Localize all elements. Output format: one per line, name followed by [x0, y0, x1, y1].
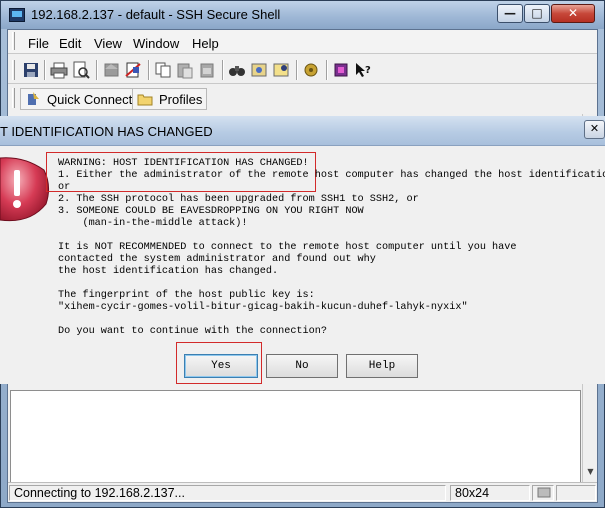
profiles-toolbar: Quick Connect Profiles	[8, 84, 218, 112]
message-line: or	[58, 182, 71, 193]
quick-connect-label: Quick Connect	[47, 91, 133, 107]
print-icon[interactable]	[50, 61, 68, 79]
menu-view[interactable]: View	[94, 36, 122, 51]
help-button[interactable]: Help	[346, 354, 418, 378]
file-transfer-icon[interactable]	[124, 61, 142, 79]
toolbar-separator	[96, 60, 98, 80]
connection-status-icon	[537, 487, 551, 498]
profiles-label: Profiles	[159, 91, 203, 107]
message-line: (man-in-the-middle attack)!	[58, 218, 248, 229]
new-terminal-icon[interactable]	[102, 61, 120, 79]
main-toolbar: ?	[8, 56, 597, 84]
profiles-button[interactable]: Profiles	[132, 88, 208, 110]
folder-icon	[137, 94, 153, 106]
continue-question: Do you want to continue with the connect…	[58, 326, 327, 337]
terminal-area[interactable]	[10, 390, 581, 484]
toolbar-separator	[296, 60, 298, 80]
status-message: Connecting to 192.168.2.137...	[9, 485, 446, 501]
scroll-down-icon[interactable]: ▼	[585, 466, 596, 477]
toolbar-separator	[326, 60, 328, 80]
toolbar-separator	[44, 60, 46, 80]
close-button[interactable]: ✕	[551, 4, 595, 23]
toolbar-separator	[148, 60, 150, 80]
message-line: 2. The SSH protocol has been upgraded fr…	[58, 194, 419, 205]
menu-grip	[12, 32, 15, 50]
status-extra-cell	[556, 485, 596, 501]
help-book-icon[interactable]	[332, 61, 350, 79]
window-title: 192.168.2.137 - default - SSH Secure She…	[31, 7, 281, 22]
message-line: It is NOT RECOMMENDED to connect to the …	[58, 242, 517, 253]
svg-text:?: ?	[365, 65, 371, 76]
minimize-button[interactable]: —	[497, 4, 523, 23]
no-button[interactable]: No	[266, 354, 338, 378]
key-icon[interactable]	[302, 61, 320, 79]
menu-edit[interactable]: Edit	[59, 36, 81, 51]
profile-settings-icon[interactable]	[272, 61, 290, 79]
save-icon[interactable]	[22, 61, 40, 79]
warning-heading: WARNING: HOST IDENTIFICATION HAS CHANGED…	[58, 158, 309, 169]
quick-connect-icon	[28, 92, 39, 105]
dialog-title-bar[interactable]: T IDENTIFICATION HAS CHANGED ✕	[0, 116, 605, 146]
status-icon-cell	[532, 485, 554, 501]
print-preview-icon[interactable]	[72, 61, 90, 79]
dialog-title: T IDENTIFICATION HAS CHANGED	[0, 124, 213, 139]
yes-button[interactable]: Yes	[184, 354, 258, 378]
message-line: 1. Either the administrator of the remot…	[58, 170, 605, 181]
title-bar[interactable]: 192.168.2.137 - default - SSH Secure She…	[1, 1, 604, 29]
message-line: 3. SOMEONE COULD BE EAVESDROPPING ON YOU…	[58, 206, 364, 217]
menu-bar: File Edit View Window Help	[8, 30, 597, 54]
toolbar-separator	[222, 60, 224, 80]
maximize-button[interactable]: □	[524, 4, 550, 23]
host-key-dialog: T IDENTIFICATION HAS CHANGED ✕ WARNING: …	[0, 116, 605, 384]
paste-disabled-icon[interactable]	[198, 61, 216, 79]
fingerprint-label: The fingerprint of the host public key i…	[58, 290, 315, 301]
find-icon[interactable]	[228, 61, 246, 79]
menu-file[interactable]: File	[28, 36, 49, 51]
copy-icon[interactable]	[154, 61, 172, 79]
dialog-close-button[interactable]: ✕	[584, 120, 605, 139]
terminal-size: 80x24	[450, 485, 530, 501]
fingerprint-value: "xihem-cycir-gomes-volil-bitur-gicag-bak…	[58, 302, 468, 313]
ssh-app-icon	[9, 8, 25, 22]
message-line: contacted the system administrator and f…	[58, 254, 376, 265]
warning-icon	[0, 157, 50, 222]
settings-icon[interactable]	[250, 61, 268, 79]
menu-help[interactable]: Help	[192, 36, 219, 51]
context-help-icon[interactable]: ?	[354, 61, 372, 79]
toolbar-grip	[12, 60, 15, 80]
quick-connect-button[interactable]: Quick Connect	[20, 88, 138, 110]
paste-icon[interactable]	[176, 61, 194, 79]
menu-window[interactable]: Window	[133, 36, 179, 51]
toolbar-grip	[12, 88, 15, 108]
dialog-body: WARNING: HOST IDENTIFICATION HAS CHANGED…	[0, 146, 605, 384]
message-line: the host identification has changed.	[58, 266, 279, 277]
status-bar: Connecting to 192.168.2.137... 80x24	[8, 482, 597, 502]
